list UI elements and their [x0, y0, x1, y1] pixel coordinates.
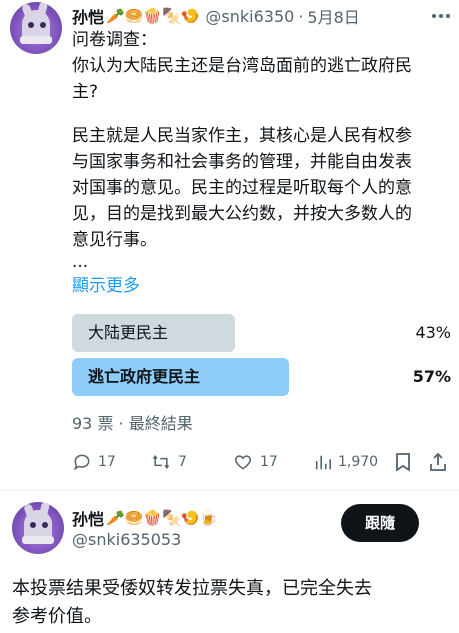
- tweet-header: 孙恺 🥕🥯🍿🍢🍤 @snki6350 · 5月8日: [72, 4, 360, 28]
- retweet-count: 7: [178, 454, 187, 470]
- author-emojis: 🥕🥯🍿🍢🍤: [106, 7, 200, 25]
- poll-option-1-label: 大陆更民主: [88, 323, 169, 342]
- tweet-line-3: 主?: [72, 82, 99, 102]
- tweet-line-9: 意见行事。: [72, 230, 157, 250]
- view-count: 1,970: [338, 454, 379, 470]
- reply-author-emojis: 🥕🥯🍿🍢🍤🍺: [106, 509, 219, 527]
- views-button[interactable]: 1,970: [314, 452, 378, 472]
- like-button[interactable]: 17: [232, 452, 278, 472]
- tweet-actions: 17 7 17 1,970: [72, 452, 452, 478]
- reply-line-2: 参考价值。: [12, 606, 102, 627]
- author-name[interactable]: 孙恺: [72, 4, 104, 28]
- reply-icon: [73, 454, 90, 471]
- tweet-line-2: 你认为大陆民主还是台湾岛面前的逃亡政府民: [72, 56, 412, 76]
- tweet-line-5: 民主就是人民当家作主，其核心是人民有权参: [72, 126, 412, 146]
- reply-count: 17: [98, 454, 116, 470]
- separator: ·: [298, 6, 304, 26]
- heart-icon: [234, 455, 252, 470]
- tweet-line-7: 对国事的意见。民主的过程是听取每个人的意: [72, 178, 412, 198]
- reply-header: 孙恺 🥕🥯🍿🍢🍤🍺: [72, 506, 218, 530]
- reply-author-name[interactable]: 孙恺: [72, 506, 104, 530]
- divider: [0, 490, 459, 491]
- poll-option-1-percent: 43%: [415, 323, 451, 342]
- author-handle[interactable]: @snki6350: [205, 7, 294, 26]
- share-icon: [430, 452, 446, 471]
- bookmark-icon: [396, 453, 410, 472]
- more-options-icon[interactable]: [430, 6, 452, 26]
- like-count: 17: [260, 454, 278, 470]
- retweet-button[interactable]: 7: [150, 452, 187, 472]
- poll-option-2-percent: 57%: [412, 367, 451, 386]
- follow-button[interactable]: 跟隨: [341, 504, 419, 542]
- reply-button[interactable]: 17: [72, 452, 116, 472]
- reply-author-handle[interactable]: @snki635053: [72, 530, 181, 549]
- avatar[interactable]: [10, 2, 62, 54]
- tweet-date[interactable]: 5月8日: [307, 4, 359, 28]
- retweet-icon: [152, 454, 170, 470]
- poll-summary: 93 票 · 最終結果: [72, 414, 193, 433]
- tweet-line-6: 与国家事务和社会事务的管理，并能自由发表: [72, 152, 412, 172]
- bookmark-button[interactable]: [394, 452, 418, 472]
- show-more-link[interactable]: 顯示更多: [72, 274, 140, 298]
- reply-avatar[interactable]: [12, 502, 64, 554]
- reply-line-1: 本投票结果受倭奴转发拉票失真，已完全失去: [12, 578, 372, 599]
- views-icon: [315, 455, 332, 470]
- share-button[interactable]: [428, 452, 454, 472]
- tweet-line-8: 见，目的是找到最大公约数，并按大多数人的: [72, 204, 412, 224]
- tweet-line-1: 问卷调查：: [72, 30, 157, 50]
- ellipsis: ...: [72, 252, 89, 272]
- poll-option-2-label: 逃亡政府更民主: [88, 367, 201, 386]
